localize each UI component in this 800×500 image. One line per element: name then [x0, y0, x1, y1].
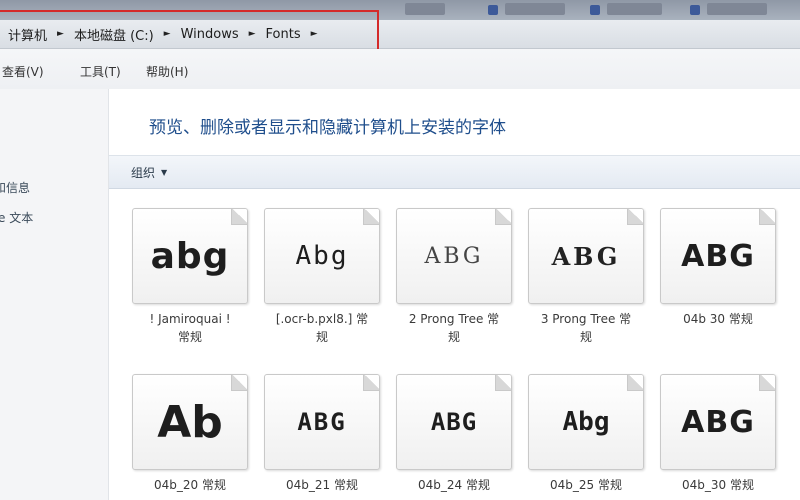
font-sample: Abg: [295, 241, 349, 271]
font-sample: ABG: [424, 243, 484, 269]
sidebar-item-info[interactable]: 和信息: [0, 179, 30, 196]
font-sample: ABG: [430, 408, 478, 436]
caret-down-icon: ▼: [161, 168, 168, 177]
chrome-decoration: [505, 3, 565, 15]
chrome-icon: [690, 5, 700, 15]
font-name-label: 04b_25 常规: [550, 478, 622, 492]
font-preview-document: abg: [132, 208, 248, 304]
menu-tools[interactable]: 工具(T): [80, 63, 121, 80]
toolbar: 组织 ▼: [109, 155, 800, 189]
font-sample: abg: [150, 235, 230, 277]
font-name-label: 04b_20 常规: [154, 478, 226, 492]
sidebar-item-text[interactable]: e 文本: [0, 209, 33, 226]
font-preview-document: ABG: [528, 208, 644, 304]
font-sample: ABG: [681, 404, 755, 440]
chrome-decoration: [607, 3, 662, 15]
font-sample: ABG: [551, 241, 621, 271]
font-sample: Abg: [562, 407, 610, 437]
font-name-label: 04b_21 常规: [286, 478, 358, 492]
font-preview-document: ABG: [396, 374, 512, 470]
font-sample: ABG: [297, 408, 347, 436]
font-name-label: 04b_30 常规: [682, 478, 754, 492]
menu-view[interactable]: 查看(V): [2, 63, 44, 80]
font-name-label: 04b_24 常规: [418, 478, 490, 492]
font-preview-document: Abg: [264, 208, 380, 304]
chevron-right-icon[interactable]: ►: [51, 29, 70, 39]
organize-label: 组织: [131, 166, 156, 180]
chrome-decoration: [707, 3, 767, 15]
menu-bar: 查看(V) 工具(T) 帮助(H): [0, 49, 800, 89]
font-preview-document: ABG: [396, 208, 512, 304]
chrome-icon: [488, 5, 498, 15]
chrome-decoration: [405, 3, 445, 15]
font-preview-document: ABG: [660, 374, 776, 470]
sidebar: 和信息 e 文本: [0, 89, 109, 500]
breadcrumb[interactable]: 计算机 ► 本地磁盘 (C:) ► Windows ► Fonts ►: [4, 20, 324, 48]
breadcrumb-local-disk[interactable]: 本地磁盘 (C:): [70, 25, 158, 44]
font-sample: Ab: [157, 396, 223, 448]
font-sample: ABG: [681, 238, 755, 274]
font-preview-document: Abg: [528, 374, 644, 470]
organize-button[interactable]: 组织 ▼: [131, 164, 167, 181]
chevron-right-icon[interactable]: ►: [158, 29, 177, 39]
font-preview-document: ABG: [660, 208, 776, 304]
font-name-label: [.ocr-b.pxl8.] 常规: [275, 312, 369, 344]
font-name-label: 3 Prong Tree 常规: [540, 312, 632, 344]
font-name-label: ! Jamiroquai ! 常规: [149, 312, 231, 344]
font-preview-document: ABG: [264, 374, 380, 470]
window-top-strip: [0, 0, 800, 20]
breadcrumb-windows[interactable]: Windows: [177, 27, 243, 42]
address-bar[interactable]: 计算机 ► 本地磁盘 (C:) ► Windows ► Fonts ►: [0, 20, 800, 49]
breadcrumb-computer[interactable]: 计算机: [4, 25, 51, 44]
chrome-icon: [590, 5, 600, 15]
breadcrumb-fonts[interactable]: Fonts: [262, 27, 305, 42]
font-preview-document: Ab: [132, 374, 248, 470]
chevron-right-icon[interactable]: ►: [305, 29, 324, 39]
page-title: 预览、删除或者显示和隐藏计算机上安装的字体: [149, 118, 506, 138]
menu-help[interactable]: 帮助(H): [146, 63, 188, 80]
font-name-label: 2 Prong Tree 常规: [408, 312, 500, 344]
font-name-label: 04b 30 常规: [683, 312, 753, 326]
chevron-right-icon[interactable]: ►: [243, 29, 262, 39]
